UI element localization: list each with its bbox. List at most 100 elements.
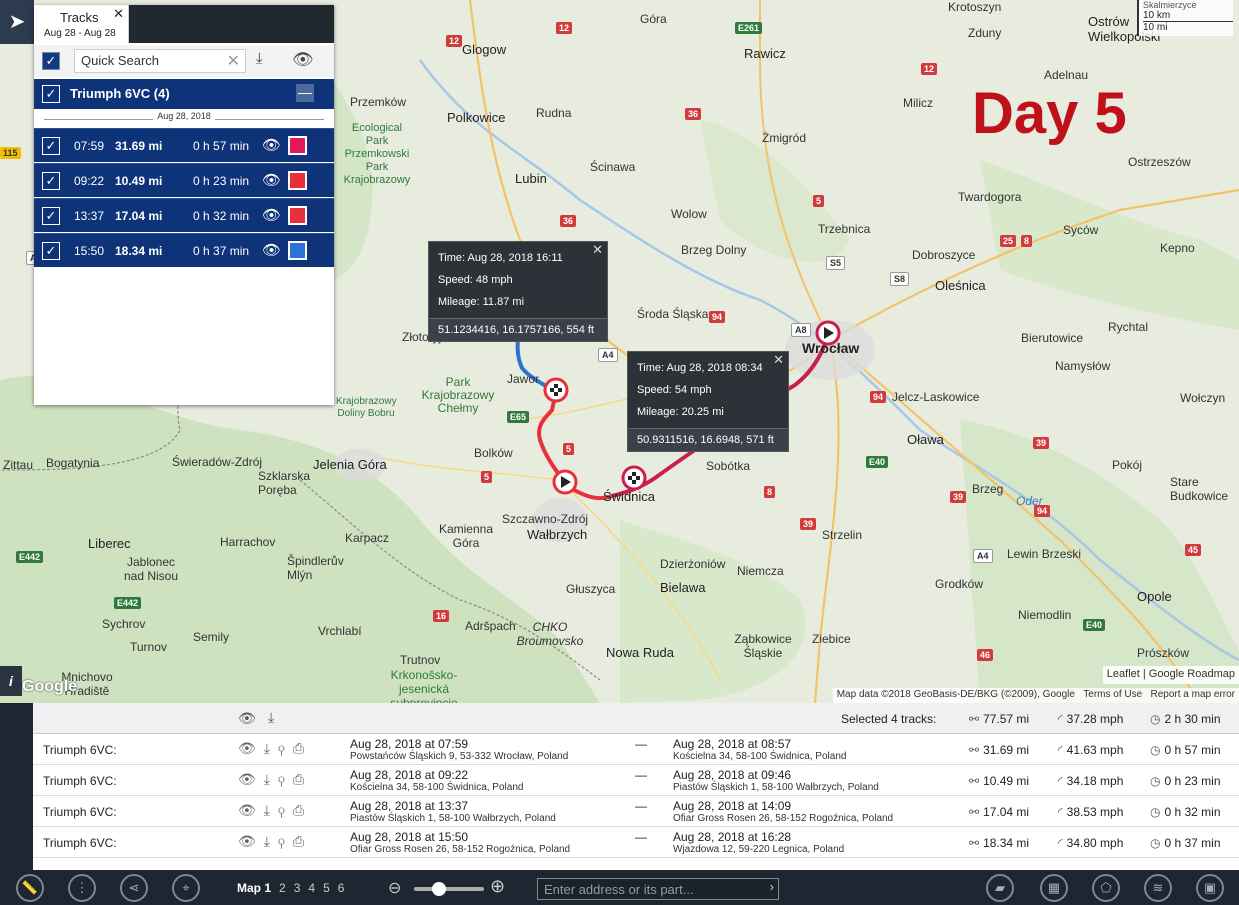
dash: — bbox=[635, 737, 647, 751]
zoom-slider-track[interactable] bbox=[414, 887, 484, 891]
start-date: Aug 28, 2018 at 13:37 bbox=[350, 799, 469, 813]
share-icon[interactable]: ⋖ bbox=[120, 874, 148, 902]
fullscreen-icon[interactable]: ▣ bbox=[1196, 874, 1224, 902]
table-row[interactable]: Triumph 6VC: 👁⤓⚲⎙ Aug 28, 2018 at 15:50 … bbox=[33, 827, 1239, 858]
eye-icon[interactable]: 👁 bbox=[292, 50, 314, 70]
polygon-icon[interactable]: ⬠ bbox=[1092, 874, 1120, 902]
table-row[interactable]: Triumph 6VC: 👁⤓⚲⎙ Aug 28, 2018 at 09:22 … bbox=[33, 765, 1239, 796]
popup-speed: Speed: 48 mph bbox=[438, 274, 513, 286]
eraser-icon[interactable]: ▰ bbox=[986, 874, 1014, 902]
clear-search-icon[interactable]: ✕ bbox=[227, 51, 240, 71]
map-tab-3[interactable]: 3 bbox=[294, 881, 301, 895]
track-color-swatch[interactable] bbox=[288, 171, 307, 190]
group-label: Triumph 6VC (4) bbox=[70, 86, 170, 101]
city-label: Glogow bbox=[462, 42, 507, 57]
popup-close-button[interactable]: ✕ bbox=[592, 242, 603, 258]
ruler-icon[interactable]: 📏 bbox=[16, 874, 44, 902]
track-row[interactable]: ✓ 07:59 31.69 mi 0 h 57 min 👁 bbox=[34, 128, 334, 162]
download-icon[interactable]: ⤓ bbox=[264, 833, 278, 849]
download-all-icon[interactable]: ⤓ bbox=[268, 709, 274, 726]
report-error-link[interactable]: Report a map error bbox=[1151, 689, 1235, 700]
city-label: Świdnica bbox=[603, 489, 656, 504]
city-label: Brzeg bbox=[972, 482, 1004, 496]
download-icon[interactable]: ⤓ bbox=[264, 740, 278, 756]
table-row[interactable]: Triumph 6VC: 👁⤓⚲⎙ Aug 28, 2018 at 07:59 … bbox=[33, 734, 1239, 765]
city-label: Niemodlin bbox=[1018, 608, 1072, 622]
table-row[interactable]: Triumph 6VC: 👁⤓⚲⎙ Aug 28, 2018 at 13:37 … bbox=[33, 796, 1239, 827]
hide-all-icon[interactable]: 👁 bbox=[238, 710, 256, 727]
track-checkbox[interactable]: ✓ bbox=[42, 172, 60, 190]
popup-coordinates: 51.1234416, 16.1757166, 554 ft bbox=[429, 318, 607, 341]
track-color-swatch[interactable] bbox=[288, 206, 307, 225]
map-tab-6[interactable]: 6 bbox=[338, 881, 345, 895]
layers-icon[interactable]: ≋ bbox=[1144, 874, 1172, 902]
track-time: 13:37 bbox=[74, 209, 105, 223]
terms-link[interactable]: Terms of Use bbox=[1083, 689, 1142, 700]
city-label: Bierutowice bbox=[1021, 331, 1084, 345]
city-label: Rawicz bbox=[744, 46, 786, 61]
duration-value: 0 h 23 min bbox=[1164, 774, 1221, 788]
start-address: Kościelna 34, 58-100 Świdnica, Poland bbox=[350, 782, 524, 793]
road-badge: 12 bbox=[921, 63, 938, 75]
vehicle-group-row[interactable]: ✓ Triumph 6VC (4) — bbox=[34, 79, 334, 109]
navigation-arrow-icon[interactable]: ➤ bbox=[0, 0, 34, 44]
print-icon[interactable]: ⎙ bbox=[293, 771, 312, 787]
download-icon[interactable]: ⤓ bbox=[264, 802, 278, 818]
eye-icon[interactable]: 👁 bbox=[238, 740, 264, 756]
route-icon[interactable]: ⚲ bbox=[278, 833, 293, 849]
track-color-swatch[interactable] bbox=[288, 241, 307, 260]
traffic-light-icon[interactable]: ⋮ bbox=[68, 874, 96, 902]
eye-icon[interactable]: 👁 bbox=[238, 833, 264, 849]
visibility-icon[interactable]: 👁 bbox=[262, 136, 281, 154]
road-badge: S5 bbox=[826, 256, 846, 270]
print-icon[interactable]: ⎙ bbox=[293, 802, 312, 818]
location-pin-icon[interactable]: ⌖ bbox=[172, 874, 200, 902]
popup-close-button[interactable]: ✕ bbox=[773, 352, 784, 368]
zoom-in-icon[interactable]: ⊕ bbox=[490, 876, 505, 897]
city-label: Ziebice bbox=[812, 632, 851, 646]
map-tab-2[interactable]: 2 bbox=[279, 881, 286, 895]
visibility-icon[interactable]: 👁 bbox=[262, 206, 281, 224]
city-label: Bolków bbox=[474, 446, 513, 460]
visibility-icon[interactable]: 👁 bbox=[262, 171, 281, 189]
collapse-icon[interactable]: — bbox=[296, 84, 314, 102]
track-checkbox[interactable]: ✓ bbox=[42, 137, 60, 155]
download-icon[interactable]: ⤓ bbox=[256, 50, 263, 67]
select-all-checkbox[interactable]: ✓ bbox=[42, 52, 60, 70]
print-icon[interactable]: ⎙ bbox=[293, 740, 312, 756]
zoom-slider-knob[interactable] bbox=[432, 882, 446, 896]
track-color-swatch[interactable] bbox=[288, 136, 307, 155]
track-row[interactable]: ✓ 15:50 18.34 mi 0 h 37 min 👁 bbox=[34, 233, 334, 267]
speed-icon: ◜ bbox=[1058, 836, 1063, 850]
track-row[interactable]: ✓ 13:37 17.04 mi 0 h 32 min 👁 bbox=[34, 198, 334, 232]
city-label: Opole bbox=[1137, 589, 1172, 604]
quick-search-input[interactable]: Quick Search ✕ bbox=[74, 49, 246, 73]
route-icon[interactable]: ⚲ bbox=[278, 771, 293, 787]
popup-speed: Speed: 54 mph bbox=[637, 384, 712, 396]
track-row[interactable]: ✓ 09:22 10.49 mi 0 h 23 min 👁 bbox=[34, 163, 334, 197]
visibility-icon[interactable]: 👁 bbox=[262, 241, 281, 259]
buildings-icon[interactable]: ▦ bbox=[1040, 874, 1068, 902]
route-icon[interactable]: ⚲ bbox=[278, 802, 293, 818]
download-icon[interactable]: ⤓ bbox=[264, 771, 278, 787]
print-icon[interactable]: ⎙ bbox=[293, 833, 312, 849]
tab-close-icon[interactable]: ✕ bbox=[113, 6, 124, 22]
track-checkbox[interactable]: ✓ bbox=[42, 207, 60, 225]
info-icon[interactable]: i bbox=[0, 666, 22, 696]
tab-tracks[interactable]: Tracks Aug 28 - Aug 28 ✕ bbox=[34, 5, 129, 43]
eye-icon[interactable]: 👁 bbox=[238, 771, 264, 787]
map-tab-1[interactable]: Map 1 bbox=[237, 881, 271, 895]
map-tab-4[interactable]: 4 bbox=[308, 881, 315, 895]
eye-icon[interactable]: 👁 bbox=[238, 802, 264, 818]
leaflet-attribution[interactable]: Leaflet | Google Roadmap bbox=[1102, 666, 1239, 684]
address-search-input[interactable]: Enter address or its part... › bbox=[537, 878, 779, 900]
app-root: Glogow Góra Rawicz Krotoszyn Zduny Ostró… bbox=[0, 0, 1239, 905]
group-checkbox[interactable]: ✓ bbox=[42, 85, 60, 103]
track-checkbox[interactable]: ✓ bbox=[42, 242, 60, 260]
map-tab-5[interactable]: 5 bbox=[323, 881, 330, 895]
search-go-icon[interactable]: › bbox=[770, 879, 774, 894]
route-icon[interactable]: ⚲ bbox=[278, 740, 293, 756]
map-attribution: Map data ©2018 GeoBasis-DE/BKG (©2009), … bbox=[832, 688, 1239, 703]
zoom-out-icon[interactable]: ⊖ bbox=[388, 878, 401, 898]
city-label: Wałbrzych bbox=[527, 527, 588, 542]
